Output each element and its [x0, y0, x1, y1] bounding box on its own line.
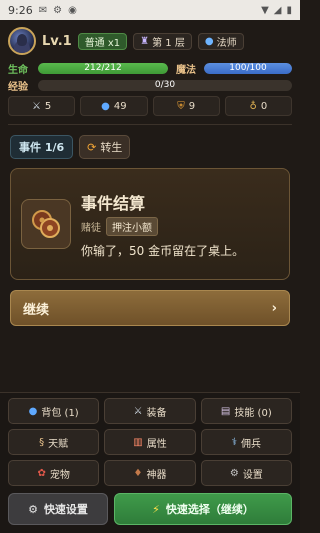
equip-button[interactable]: ⚔ 装备: [104, 398, 196, 424]
refresh-icon: ⟳: [87, 140, 97, 154]
hp-bar: 212/212: [38, 62, 168, 74]
stat-gold: ♁ 0: [224, 96, 292, 116]
event-card: 事件结算 赌徒 押注小额 你输了，50 金币留在了桌上。: [10, 168, 290, 280]
xp-label: 经验: [8, 81, 28, 93]
quick-settings-button[interactable]: ⚙ 快速设置: [8, 493, 108, 525]
dagger-icon: ⚕: [231, 436, 238, 448]
wifi-icon: ▼: [261, 4, 269, 16]
settings-button[interactable]: ⚙ 设置: [200, 460, 292, 486]
mage-orb-icon: ●: [204, 35, 214, 47]
pet-button[interactable]: ✿ 宠物: [8, 460, 100, 486]
mercenary-button[interactable]: ⚕ 佣兵: [200, 429, 292, 455]
class-badge: ● 法师: [197, 32, 244, 50]
player-level: Lv.1: [42, 33, 72, 49]
avatar[interactable]: [8, 27, 36, 55]
mp-label: 魔法: [176, 64, 196, 76]
gear-icon: ⚙: [28, 502, 38, 516]
hp-text: 212/212: [84, 63, 122, 73]
bottom-menu: ● 背包 (1) ⚔ 装备 ▤ 技能 (0) § 天赋 ▥ 属性 ⚕ 佣兵 ✿ …: [0, 392, 300, 533]
chart-icon: ▥: [133, 436, 143, 448]
stat-attack: ⚔ 5: [8, 96, 76, 116]
continue-button[interactable]: 继续 ›: [10, 290, 290, 326]
stat-mana: ● 49: [80, 96, 148, 116]
xp-bar: 0/30: [38, 79, 292, 91]
artifact-button[interactable]: ♦ 神器: [104, 460, 196, 486]
app-icon: ⚙: [53, 4, 63, 16]
bag-button[interactable]: ● 背包 (1): [8, 398, 100, 424]
paw-icon: ✿: [37, 467, 46, 479]
difficulty-badge: 普通 x1: [77, 32, 128, 50]
skills-button[interactable]: ▤ 技能 (0): [200, 398, 292, 424]
notification-icon: ✉: [38, 4, 48, 16]
action-chip: 押注小额: [106, 216, 158, 236]
battery-icon: ▮: [286, 4, 292, 16]
signal-icon: ◢: [273, 4, 282, 16]
rebirth-button[interactable]: ⟳ 转生: [79, 135, 131, 159]
quick-select-button[interactable]: ⚡ 快速选择（继续）: [114, 493, 292, 525]
mp-bar: 100/100: [204, 62, 292, 74]
talent-button[interactable]: § 天赋: [8, 429, 100, 455]
event-counter: 事件 1/6: [10, 135, 74, 159]
attributes-button[interactable]: ▥ 属性: [104, 429, 196, 455]
hp-label: 生命: [8, 64, 28, 76]
stat-shield: ⛨ 9: [152, 96, 220, 116]
crossed-swords-icon: ⚔: [31, 100, 41, 112]
lightning-icon: ⚡: [152, 502, 160, 516]
xp-text: 0/30: [154, 80, 176, 90]
money-bag-icon: ♁: [249, 100, 257, 112]
blue-orb-icon: ●: [101, 100, 110, 112]
vase-icon: ♦: [133, 467, 143, 479]
gear-icon: ⚙: [229, 467, 239, 479]
bag-icon: ●: [28, 405, 38, 417]
shield-icon: ⛨: [177, 100, 185, 112]
npc-name: 赌徒: [81, 222, 101, 234]
status-time: 9:26: [8, 3, 33, 17]
swords-icon: ⚔: [133, 405, 143, 417]
castle-icon: ♜: [140, 35, 150, 47]
card-description: 你输了，50 金币留在了桌上。: [81, 243, 245, 258]
book-icon: ▤: [220, 405, 231, 417]
gambler-coins-icon: [21, 199, 71, 249]
chevron-right-icon: ›: [271, 300, 277, 316]
android-icon: ◉: [68, 4, 77, 16]
player-header: Lv.1 普通 x1 ♜ 第 1 层 ● 法师 生命 212/212 魔法 10…: [0, 20, 300, 125]
card-title: 事件结算: [81, 193, 146, 213]
scroll-icon: §: [39, 436, 45, 448]
status-bar: 9:26 ✉ ⚙ ◉ ▼ ◢ ▮: [0, 0, 300, 20]
floor-badge: ♜ 第 1 层: [133, 32, 192, 50]
mp-text: 100/100: [229, 63, 267, 73]
